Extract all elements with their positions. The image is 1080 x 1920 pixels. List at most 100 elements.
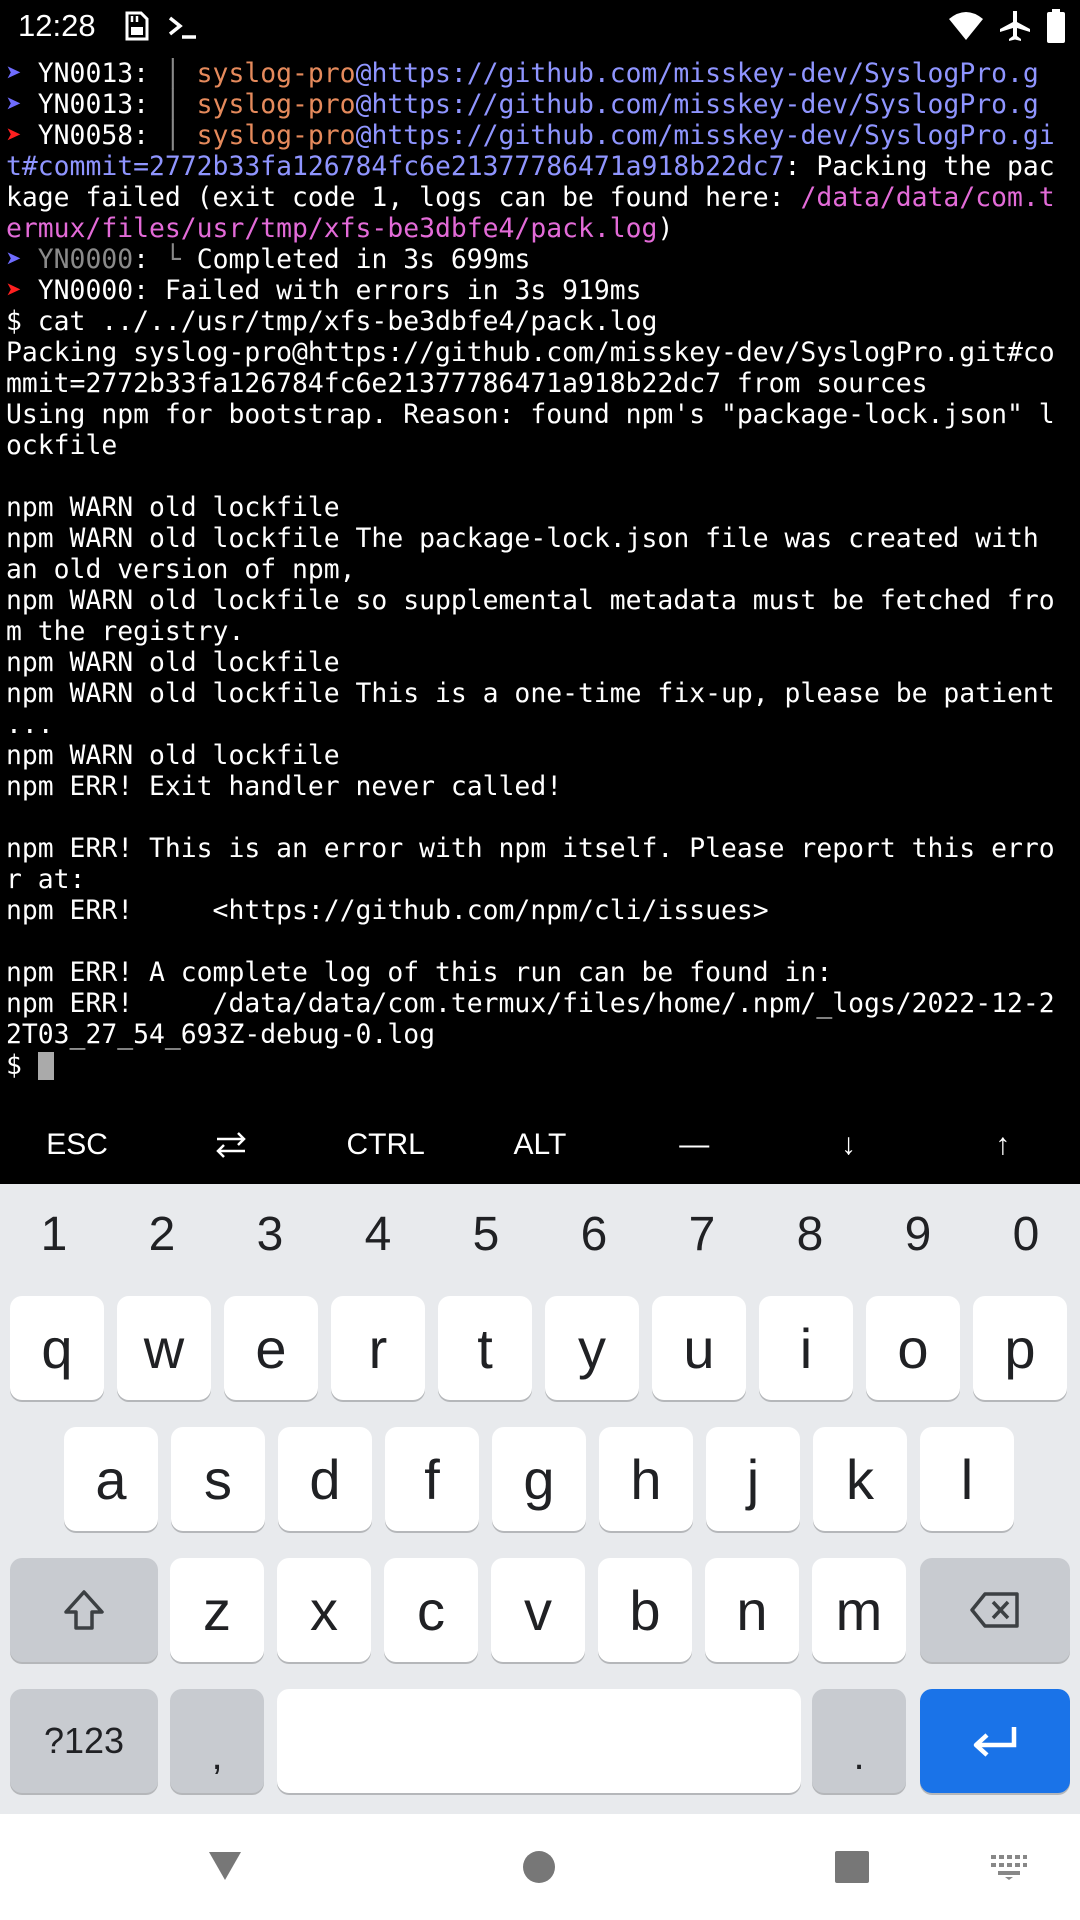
key-b[interactable]: b: [598, 1558, 692, 1662]
ctrl-key-label: CTRL: [346, 1128, 425, 1161]
key-a[interactable]: a: [64, 1427, 158, 1531]
status-icons: [948, 8, 1066, 44]
status-bar: 12:28: [0, 0, 1080, 52]
terminal-line: npm ERR! This is an error with npm itsel…: [6, 833, 1076, 864]
key-z[interactable]: z: [170, 1558, 264, 1662]
ctrl-key[interactable]: CTRL: [309, 1110, 463, 1180]
key-x[interactable]: x: [277, 1558, 371, 1662]
alt-key[interactable]: ALT: [463, 1110, 617, 1180]
key-d[interactable]: d: [278, 1427, 372, 1531]
key-j[interactable]: j: [706, 1427, 800, 1531]
terminal-text: 2T03_27_54_693Z-debug-0.log: [6, 1019, 435, 1050]
number-key[interactable]: 6: [540, 1198, 648, 1270]
terminal-text: syslog-pro: [196, 89, 356, 120]
terminal-text: ...: [6, 709, 54, 740]
key-y[interactable]: y: [545, 1296, 639, 1400]
terminal-line: t#commit=2772b33fa126784fc6e21377786471a…: [6, 151, 1076, 182]
terminal-text: Packing syslog-pro@https://github.com/mi…: [6, 337, 1055, 368]
key-k[interactable]: k: [813, 1427, 907, 1531]
shift-key[interactable]: [10, 1558, 158, 1662]
terminal-text: r at:: [6, 864, 86, 895]
number-key[interactable]: 5: [432, 1198, 540, 1270]
key-p[interactable]: p: [973, 1296, 1067, 1400]
arrow-up-key[interactable]: ↑: [926, 1110, 1080, 1180]
terminal-output[interactable]: ➤ YN0013: │ syslog-pro@https://github.co…: [6, 58, 1076, 1080]
terminal-line: npm WARN old lockfile so supplemental me…: [6, 585, 1076, 616]
key-c[interactable]: c: [384, 1558, 478, 1662]
terminal-text: syslog-pro: [196, 58, 356, 89]
key-h[interactable]: h: [599, 1427, 693, 1531]
terminal-line: 2T03_27_54_693Z-debug-0.log: [6, 1019, 1076, 1050]
enter-icon: [973, 1727, 1017, 1757]
backspace-key[interactable]: [920, 1558, 1070, 1662]
terminal-text: syslog-pro: [196, 120, 356, 151]
enter-key[interactable]: [920, 1689, 1070, 1793]
terminal-text: : Packing the pac: [784, 151, 1055, 182]
keyboard-switch-icon[interactable]: [990, 1854, 1028, 1880]
terminal-text: $: [6, 1050, 38, 1080]
symbols-key[interactable]: ?123: [10, 1689, 158, 1793]
key-t[interactable]: t: [438, 1296, 532, 1400]
key-w[interactable]: w: [117, 1296, 211, 1400]
back-icon[interactable]: [207, 1850, 243, 1882]
number-key[interactable]: 8: [756, 1198, 864, 1270]
terminal-text: ): [657, 213, 674, 244]
terminal-text: mmit=2772b33fa126784fc6e21377786471a918b…: [6, 368, 928, 399]
terminal-text: an old version of npm,: [6, 554, 356, 585]
key-o[interactable]: o: [866, 1296, 960, 1400]
key-q[interactable]: q: [10, 1296, 104, 1400]
status-time: 12:28: [18, 8, 96, 43]
space-key[interactable]: [277, 1689, 801, 1793]
terminal-text: npm WARN old lockfile This is a one-time…: [6, 678, 1055, 709]
key-f[interactable]: f: [385, 1427, 479, 1531]
terminal-line: ermux/files/usr/tmp/xfs-be3dbfe4/pack.lo…: [6, 213, 1076, 244]
extra-keys-row: ESC CTRL ALT — ↓ ↑: [0, 1110, 1080, 1180]
terminal-text: │: [164, 120, 197, 151]
number-key[interactable]: 4: [324, 1198, 432, 1270]
key-l[interactable]: l: [920, 1427, 1014, 1531]
key-g[interactable]: g: [492, 1427, 586, 1531]
wifi-icon: [949, 12, 983, 40]
terminal-line: ockfile: [6, 430, 1076, 461]
key-m[interactable]: m: [812, 1558, 906, 1662]
number-key[interactable]: 0: [972, 1198, 1080, 1270]
number-key[interactable]: 1: [0, 1198, 108, 1270]
key-v[interactable]: v: [491, 1558, 585, 1662]
key-s[interactable]: s: [171, 1427, 265, 1531]
number-key[interactable]: 9: [864, 1198, 972, 1270]
key-r[interactable]: r: [331, 1296, 425, 1400]
number-key[interactable]: 3: [216, 1198, 324, 1270]
comma-key[interactable]: ,: [170, 1689, 264, 1793]
arrow-up-key-label: ↑: [995, 1128, 1011, 1161]
terminal-text: ➤: [6, 244, 38, 275]
number-key[interactable]: 2: [108, 1198, 216, 1270]
number-row: 1234567890: [0, 1198, 1080, 1270]
arrow-down-key[interactable]: ↓: [771, 1110, 925, 1180]
period-key[interactable]: .: [812, 1689, 906, 1793]
terminal-text: Completed in 3s 699ms: [196, 244, 531, 275]
terminal-line: ➤ YN0013: │ syslog-pro@https://github.co…: [6, 58, 1076, 89]
terminal-text: npm ERR! /data/data/com.termux/files/hom…: [6, 988, 1055, 1019]
key-e[interactable]: e: [224, 1296, 318, 1400]
key-n[interactable]: n: [705, 1558, 799, 1662]
number-key[interactable]: 7: [648, 1198, 756, 1270]
terminal-text: @https://github.com/misskey-dev/SyslogPr…: [355, 58, 1039, 89]
terminal-line: npm ERR! <https://github.com/npm/cli/iss…: [6, 895, 1076, 926]
terminal-text: YN0013:: [37, 58, 165, 89]
home-icon[interactable]: [522, 1850, 556, 1884]
terminal-prompt-icon: [168, 16, 196, 39]
key-i[interactable]: i: [759, 1296, 853, 1400]
terminal-text: npm WARN old lockfile: [6, 492, 340, 523]
tab-key[interactable]: [154, 1110, 308, 1180]
terminal-line: npm ERR! Exit handler never called!: [6, 771, 1076, 802]
terminal-line: kage failed (exit code 1, logs can be fo…: [6, 182, 1076, 213]
esc-key[interactable]: ESC: [0, 1110, 154, 1180]
arrow-down-key-label: ↓: [840, 1128, 856, 1161]
terminal-text: │: [164, 89, 197, 120]
key-u[interactable]: u: [652, 1296, 746, 1400]
terminal-text: @https://github.com/misskey-dev/SyslogPr…: [355, 89, 1039, 120]
recents-icon[interactable]: [835, 1851, 869, 1883]
dash-key[interactable]: —: [617, 1110, 771, 1180]
terminal-line: npm WARN old lockfile This is a one-time…: [6, 678, 1076, 709]
